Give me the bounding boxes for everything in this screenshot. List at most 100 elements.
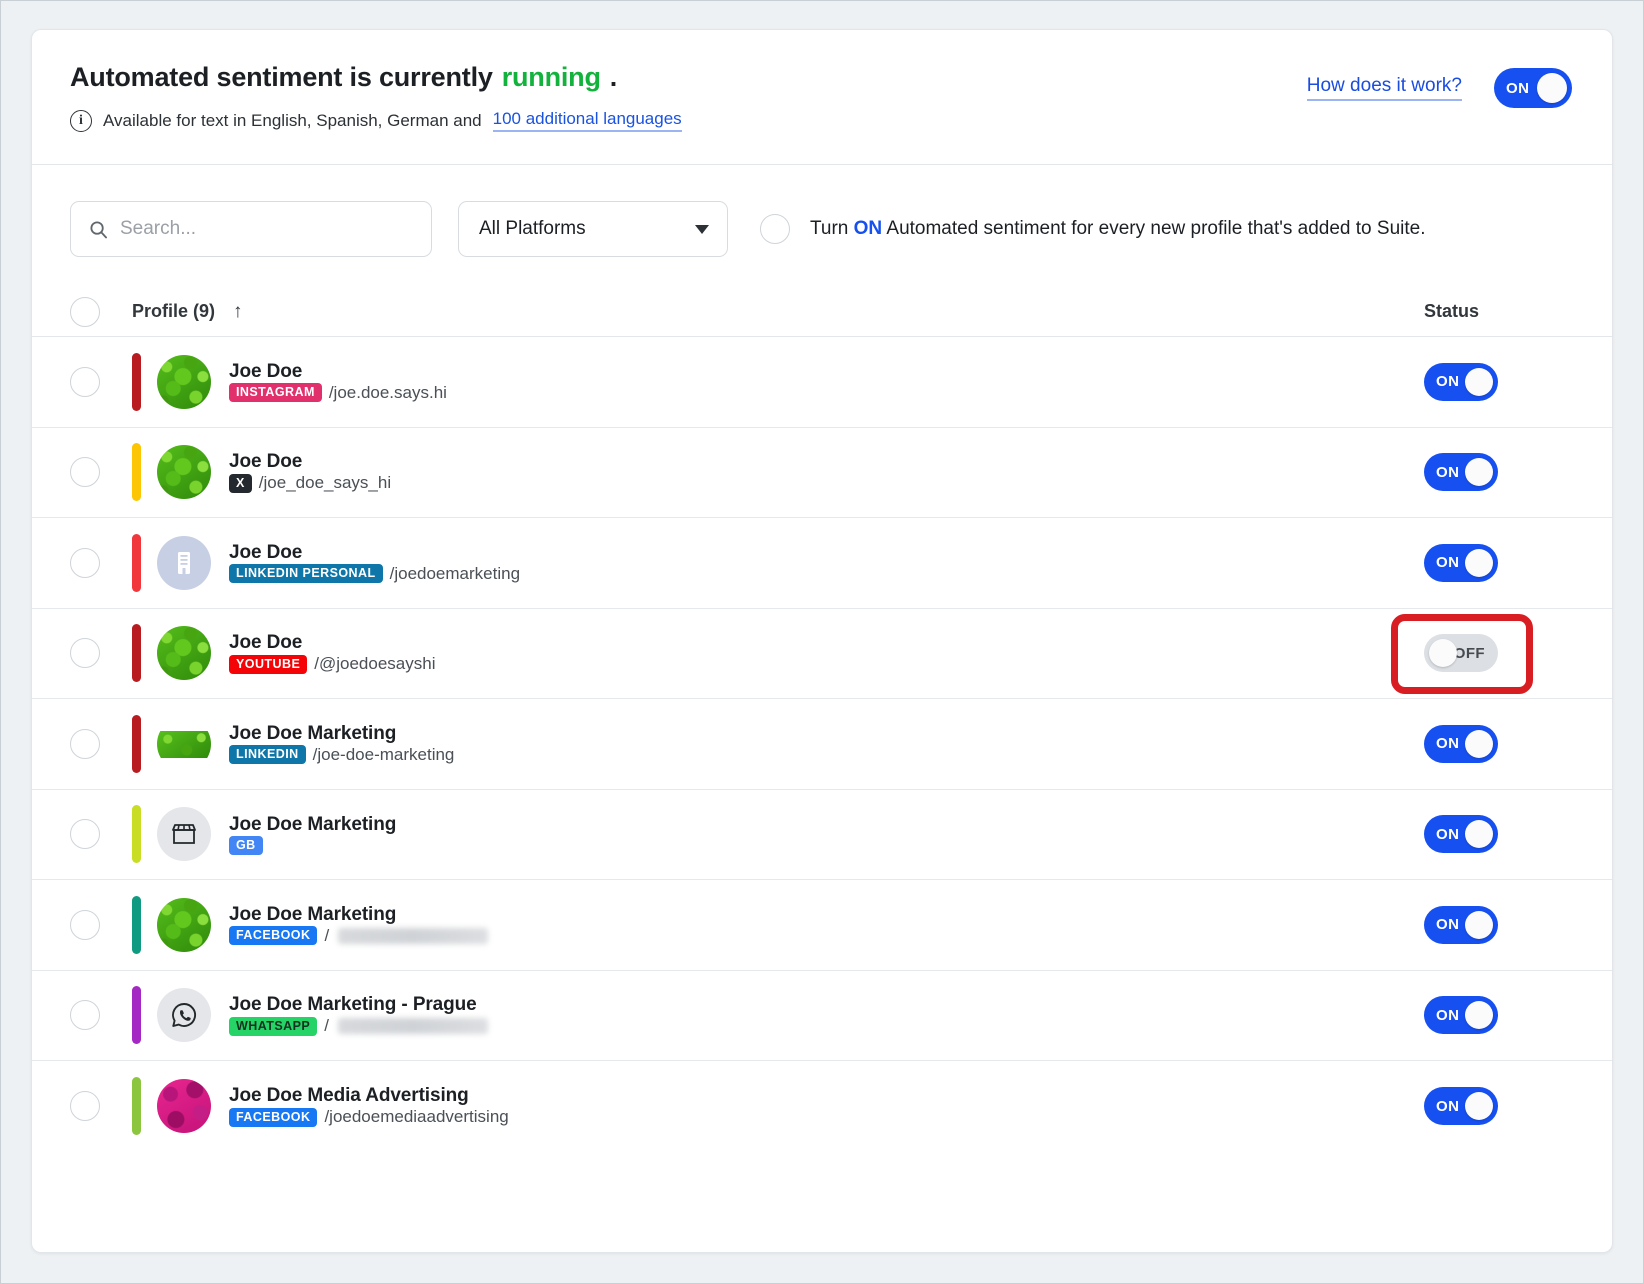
- table-row[interactable]: Joe DoeX/joe_doe_says_hi ON: [32, 428, 1612, 519]
- row-checkbox[interactable]: [70, 367, 100, 397]
- row-status-toggle[interactable]: ON: [1424, 453, 1498, 491]
- handle-slash: /: [324, 926, 329, 946]
- how-does-it-work-link[interactable]: How does it work?: [1307, 75, 1462, 101]
- master-toggle-label: ON: [1506, 80, 1529, 97]
- profile-meta: X/joe_doe_says_hi: [229, 473, 391, 493]
- search-input[interactable]: Search...: [120, 218, 196, 240]
- table-row[interactable]: Joe DoeINSTAGRAM/joe.doe.says.hiON: [32, 337, 1612, 428]
- avatar: [157, 807, 211, 861]
- platform-badge: FACEBOOK: [229, 1108, 317, 1127]
- row-checkbox[interactable]: [70, 729, 100, 759]
- platform-filter-select[interactable]: All Platforms: [458, 201, 728, 257]
- profile-column-header[interactable]: Profile (9) ↑: [132, 301, 1424, 322]
- page-root: Automated sentiment is currently running.…: [0, 0, 1644, 1284]
- toggle-knob: [1465, 1092, 1493, 1120]
- row-status-toggle[interactable]: ON: [1424, 996, 1498, 1034]
- table-row[interactable]: Joe Doe MarketingGB ON: [32, 790, 1612, 881]
- table-row[interactable]: Joe Doe MarketingLINKEDIN/joe-doe-market…: [32, 699, 1612, 790]
- row-checkbox[interactable]: [70, 910, 100, 940]
- row-status-label: ON: [1436, 826, 1459, 843]
- row-checkbox[interactable]: [70, 819, 100, 849]
- avatar: [157, 717, 211, 771]
- row-checkbox[interactable]: [70, 1091, 100, 1121]
- avatar: [157, 1079, 211, 1133]
- card-header: Automated sentiment is currently running.…: [32, 30, 1612, 165]
- sort-ascending-icon[interactable]: ↑: [233, 302, 243, 321]
- profile-meta: GB: [229, 836, 396, 855]
- row-status-toggle[interactable]: ON: [1424, 544, 1498, 582]
- toggle-knob: [1537, 73, 1567, 103]
- avatar: [157, 898, 211, 952]
- info-icon: i: [70, 110, 92, 132]
- profile-cell: Joe Doe MarketingFACEBOOK/: [132, 896, 1424, 954]
- toggle-knob: [1465, 368, 1493, 396]
- profile-column-label: Profile (9): [132, 301, 215, 322]
- profile-cell: Joe DoeLINKEDIN PERSONAL/joedoemarketing: [132, 534, 1424, 592]
- row-status-toggle[interactable]: ON: [1424, 906, 1498, 944]
- select-all-checkbox[interactable]: [70, 297, 100, 327]
- row-select-cell: [70, 548, 132, 578]
- profile-meta: FACEBOOK/joedoemediaadvertising: [229, 1107, 509, 1127]
- profile-handle: /joedoemarketing: [390, 564, 520, 584]
- profile-cell: Joe Doe MarketingGB: [132, 805, 1424, 863]
- status-cell: ON: [1424, 544, 1574, 582]
- profile-handle: /@joedoesayshi: [314, 654, 435, 674]
- table-row[interactable]: Joe DoeLINKEDIN PERSONAL/joedoemarketing…: [32, 518, 1612, 609]
- new-profile-prefix: Turn: [810, 218, 848, 239]
- row-select-cell: [70, 457, 132, 487]
- table-row[interactable]: Joe Doe Media AdvertisingFACEBOOK/joedoe…: [32, 1061, 1612, 1152]
- building-icon: [172, 550, 196, 576]
- row-status-toggle[interactable]: ON: [1424, 815, 1498, 853]
- toggle-knob: [1465, 458, 1493, 486]
- profile-identity: Joe DoeLINKEDIN PERSONAL/joedoemarketing: [229, 542, 520, 584]
- row-status-toggle[interactable]: ON: [1424, 363, 1498, 401]
- automated-sentiment-card: Automated sentiment is currently running.…: [31, 29, 1613, 1253]
- profile-name: Joe Doe: [229, 451, 302, 472]
- row-select-cell: [70, 910, 132, 940]
- master-sentiment-toggle[interactable]: ON: [1494, 68, 1572, 108]
- profile-name: Joe Doe Marketing: [229, 814, 396, 835]
- table-row[interactable]: Joe Doe MarketingFACEBOOK/ON: [32, 880, 1612, 971]
- page-title-status: running: [502, 62, 601, 93]
- row-status-toggle[interactable]: OFF: [1424, 634, 1498, 672]
- profile-name: Joe Doe Marketing: [229, 723, 396, 744]
- profile-handle: /joe-doe-marketing: [313, 745, 455, 765]
- row-checkbox[interactable]: [70, 548, 100, 578]
- row-checkbox[interactable]: [70, 1000, 100, 1030]
- status-cell: ON: [1424, 725, 1574, 763]
- profile-cell: Joe Doe MarketingLINKEDIN/joe-doe-market…: [132, 715, 1424, 773]
- profile-cell: Joe DoeYOUTUBE/@joedoesayshi: [132, 624, 1424, 682]
- profile-color-accent: [132, 1077, 141, 1135]
- row-checkbox[interactable]: [70, 638, 100, 668]
- table-row[interactable]: Joe DoeYOUTUBE/@joedoesayshiOFF: [32, 609, 1612, 700]
- new-profile-on-word: ON: [854, 218, 883, 239]
- search-box[interactable]: Search...: [70, 201, 432, 257]
- profile-meta: FACEBOOK/: [229, 926, 488, 946]
- row-select-cell: [70, 1000, 132, 1030]
- new-profile-checkbox[interactable]: [760, 214, 790, 244]
- row-select-cell: [70, 819, 132, 849]
- profile-meta: WHATSAPP/: [229, 1016, 488, 1036]
- header-text-block: Automated sentiment is currently running.…: [70, 60, 682, 132]
- profile-identity: Joe Doe Media AdvertisingFACEBOOK/joedoe…: [229, 1085, 509, 1127]
- chevron-down-icon: [695, 225, 709, 234]
- platform-badge: LINKEDIN: [229, 745, 306, 764]
- platform-badge: GB: [229, 836, 263, 855]
- profile-name: Joe Doe Marketing - Prague: [229, 994, 477, 1015]
- status-cell: ON: [1424, 906, 1574, 944]
- page-title-suffix: .: [610, 62, 617, 93]
- table-row[interactable]: Joe Doe Marketing - PragueWHATSAPP/ON: [32, 971, 1612, 1062]
- additional-languages-link[interactable]: 100 additional languages: [493, 109, 682, 132]
- row-status-toggle[interactable]: ON: [1424, 1087, 1498, 1125]
- handle-slash: /: [324, 1016, 329, 1036]
- row-status-toggle[interactable]: ON: [1424, 725, 1498, 763]
- new-profile-default-option[interactable]: Turn ON Automated sentiment for every ne…: [760, 214, 1426, 244]
- platform-filter-value: All Platforms: [479, 218, 586, 240]
- whatsapp-icon: [169, 1000, 199, 1030]
- row-checkbox[interactable]: [70, 457, 100, 487]
- page-title-prefix: Automated sentiment is currently: [70, 62, 493, 93]
- row-select-cell: [70, 638, 132, 668]
- avatar: [157, 988, 211, 1042]
- platform-badge: INSTAGRAM: [229, 383, 322, 402]
- profile-color-accent: [132, 624, 141, 682]
